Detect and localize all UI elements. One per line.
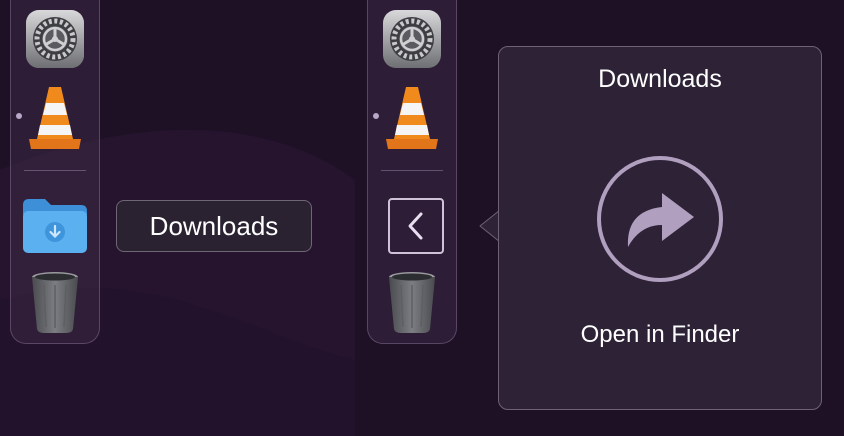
dock-tooltip: Downloads [116, 200, 312, 252]
share-arrow-icon [597, 156, 723, 282]
gear-icon [26, 10, 84, 68]
dock-right [367, 0, 457, 344]
dock-item-system-settings[interactable] [382, 9, 442, 74]
popover-title: Downloads [598, 65, 722, 93]
dock-left [10, 0, 100, 344]
stack-back-button[interactable] [388, 198, 444, 254]
dock-item-system-settings[interactable] [25, 9, 85, 74]
stack-popover: Downloads Open in Finder [498, 46, 822, 410]
dock-item-trash[interactable] [30, 271, 80, 340]
dock-divider [24, 170, 86, 171]
dock-divider [381, 170, 443, 171]
gear-icon [383, 10, 441, 68]
dock-item-trash[interactable] [387, 271, 437, 340]
traffic-cone-icon [29, 87, 81, 149]
trash-icon [389, 272, 435, 333]
trash-icon [32, 272, 78, 333]
dock-item-vlc[interactable] [27, 83, 83, 158]
traffic-cone-icon [386, 87, 438, 149]
running-indicator [373, 113, 379, 119]
open-in-finder-label[interactable]: Open in Finder [499, 321, 821, 349]
chevron-left-icon [408, 212, 423, 240]
dock-item-downloads[interactable] [21, 197, 89, 260]
dock-item-vlc[interactable] [384, 83, 440, 158]
tooltip-label: Downloads [149, 210, 279, 241]
folder-download-icon [23, 199, 87, 253]
running-indicator [16, 113, 22, 119]
open-in-finder-button[interactable] [596, 155, 724, 283]
